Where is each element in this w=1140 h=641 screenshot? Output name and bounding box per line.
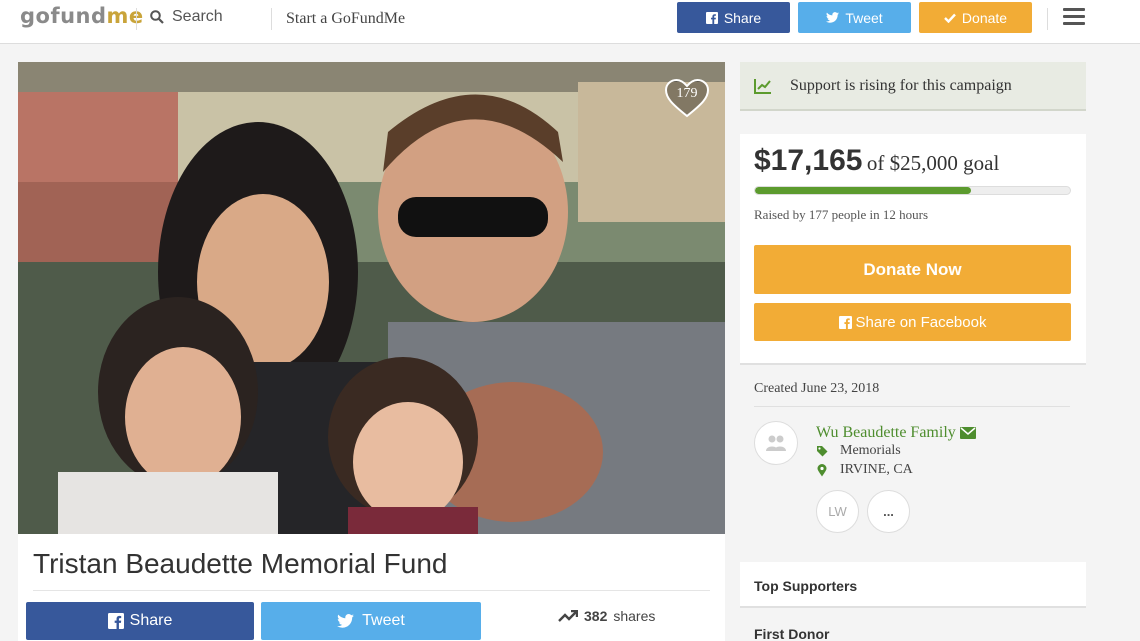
top-nav: gofundme Search Start a GoFundMe Share T… — [0, 0, 1140, 44]
progress-fill — [755, 187, 972, 194]
header-share-button[interactable]: Share — [677, 2, 790, 33]
created-divider — [754, 406, 1070, 407]
shares-count: 382 shares — [558, 608, 655, 624]
category-label[interactable]: Memorials — [840, 443, 901, 459]
share-on-facebook-button[interactable]: Share on Facebook — [754, 303, 1071, 341]
search-label: Search — [172, 8, 223, 25]
search-icon — [150, 10, 164, 24]
organizer-name-link[interactable]: Wu Beaudette Family — [816, 424, 976, 442]
top-supporters-card: Top Supporters — [740, 562, 1086, 608]
raised-by-text: Raised by 177 people in 12 hours — [754, 207, 929, 222]
more-team-button[interactable]: ... — [867, 490, 910, 533]
campaign-title-card: Tristan Beaudette Memorial Fund Share Tw… — [18, 534, 725, 641]
organizer-avatar[interactable] — [754, 421, 798, 465]
logo-text-me: me — [106, 4, 144, 28]
menu-icon[interactable] — [1063, 8, 1085, 29]
created-date: Created June 23, 2018 — [754, 381, 880, 396]
share-button[interactable]: Share — [26, 602, 254, 640]
header-divider — [271, 8, 272, 30]
header-tweet-button[interactable]: Tweet — [798, 2, 911, 33]
support-rising-banner: Support is rising for this campaign — [740, 62, 1086, 111]
organizer-name: Wu Beaudette Family — [816, 424, 956, 441]
check-icon — [944, 13, 956, 23]
amount-value: $17,165 — [754, 144, 863, 177]
progress-bar — [754, 186, 1071, 195]
people-icon — [766, 435, 786, 451]
logo-text-gofund: gofund — [20, 4, 107, 28]
share-button-label: Share — [129, 612, 173, 629]
organizer-category: Memorials — [816, 443, 901, 459]
twitter-icon — [826, 12, 840, 23]
envelope-icon[interactable] — [959, 427, 976, 439]
share-on-facebook-label: Share on Facebook — [855, 313, 987, 331]
goal-text: of $25,000 goal — [866, 151, 1000, 175]
header-donate-button[interactable]: Donate — [919, 2, 1032, 33]
start-gofundme-link[interactable]: Start a GoFundMe — [286, 10, 405, 28]
header-tweet-label: Tweet — [845, 9, 883, 26]
title-divider — [33, 590, 710, 591]
campaign-title: Tristan Beaudette Memorial Fund — [33, 548, 448, 579]
trending-up-icon — [558, 610, 578, 622]
first-donor-heading: First Donor — [754, 626, 830, 641]
family-photo-illustration — [18, 62, 725, 534]
tag-icon — [817, 446, 828, 457]
location-label: IRVINE, CA — [840, 462, 913, 477]
header-donate-label: Donate — [961, 9, 1008, 26]
facebook-icon — [705, 11, 718, 24]
map-pin-icon — [817, 463, 827, 476]
donate-now-button[interactable]: Donate Now — [754, 245, 1071, 294]
support-rising-text: Support is rising for this campaign — [790, 76, 1012, 94]
facebook-icon — [107, 613, 124, 629]
campaign-photo — [18, 62, 725, 534]
search-button[interactable]: Search — [150, 8, 223, 26]
amount-raised: $17,165 of $25,000 goal — [754, 144, 999, 178]
gofundme-logo[interactable]: gofundme — [20, 4, 144, 28]
donation-stats-card: $17,165 of $25,000 goal Raised by 177 pe… — [740, 134, 1086, 365]
shares-word: shares — [613, 608, 656, 624]
facebook-icon — [838, 315, 852, 329]
heart-count: 179 — [676, 86, 698, 101]
tweet-button[interactable]: Tweet — [261, 602, 481, 640]
header-share-label: Share — [723, 9, 762, 26]
twitter-icon — [337, 614, 355, 628]
shares-number: 382 — [584, 608, 608, 624]
trending-chart-icon — [754, 78, 771, 94]
tweet-button-label: Tweet — [362, 612, 405, 629]
top-supporters-heading[interactable]: Top Supporters — [754, 578, 857, 594]
header-divider — [1047, 8, 1048, 30]
team-member-avatar[interactable]: LW — [816, 490, 859, 533]
organizer-location: IRVINE, CA — [816, 462, 913, 478]
header-divider — [136, 8, 137, 30]
